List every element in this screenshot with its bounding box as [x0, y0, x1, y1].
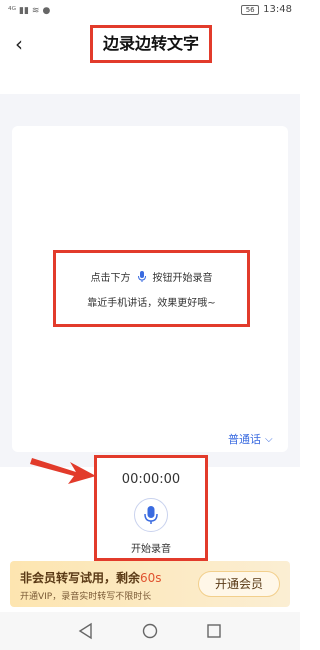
vip-banner: 非会员转写试用，剩余60s 开通VIP，录音实时转写不限时长 开通会员 — [10, 561, 290, 607]
language-select[interactable]: 普通话 ⌵ — [228, 431, 273, 447]
record-button[interactable] — [134, 498, 168, 532]
start-record-label: 开始录音 — [131, 544, 171, 555]
mic-small-icon — [135, 270, 149, 284]
vip-remaining: 60s — [140, 571, 162, 585]
vip-title: 非会员转写试用，剩余60s — [20, 569, 162, 586]
status-left: ⁴ᴳ ▮▮ ≋ ● — [8, 5, 50, 17]
status-time: 13:48 — [263, 4, 292, 15]
microphone-icon — [144, 506, 158, 524]
nav-back-icon[interactable] — [76, 621, 96, 641]
signal-bars-icon: ▮▮ — [19, 6, 29, 16]
open-vip-button[interactable]: 开通会员 — [198, 571, 280, 597]
hint-text-pre: 点击下方 — [90, 273, 131, 284]
hint-text-post: 按钮开始录音 — [152, 273, 213, 284]
back-arrow-icon: ‹ — [15, 32, 23, 56]
record-highlight: 00:00:00 开始录音 — [94, 455, 208, 561]
status-bar: ⁴ᴳ ▮▮ ≋ ● 56 13:48 — [0, 0, 300, 22]
vip-title-text: 非会员转写试用，剩余 — [20, 571, 141, 585]
page-title: 边录边转文字 — [102, 34, 199, 53]
chevron-down-icon: ⌵ — [265, 433, 273, 445]
hint-line-1: 点击下方 按钮开始录音 — [56, 269, 247, 284]
record-timer: 00:00:00 — [121, 472, 181, 487]
header: ‹ 边录边转文字 — [0, 22, 300, 70]
annotation-arrow-icon — [30, 458, 96, 484]
signal-4g-icon: ⁴ᴳ — [8, 6, 16, 16]
navigation-bar — [0, 612, 300, 650]
message-icon: ● — [42, 6, 51, 16]
back-button[interactable]: ‹ — [6, 32, 32, 58]
hint-highlight: 点击下方 按钮开始录音 靠近手机讲话，效果更好哦~ — [53, 250, 250, 327]
title-highlight: 边录边转文字 — [90, 25, 212, 63]
battery-icon: 56 — [241, 4, 260, 15]
language-label: 普通话 — [228, 433, 261, 446]
nav-home-icon[interactable] — [140, 621, 160, 641]
wifi-icon: ≋ — [31, 6, 40, 16]
status-right: 56 13:48 — [241, 4, 292, 15]
vip-subtitle: 开通VIP，录音实时转写不限时长 — [20, 592, 152, 602]
nav-recents-icon[interactable] — [204, 621, 224, 641]
hint-line-2: 靠近手机讲话，效果更好哦~ — [87, 298, 216, 309]
